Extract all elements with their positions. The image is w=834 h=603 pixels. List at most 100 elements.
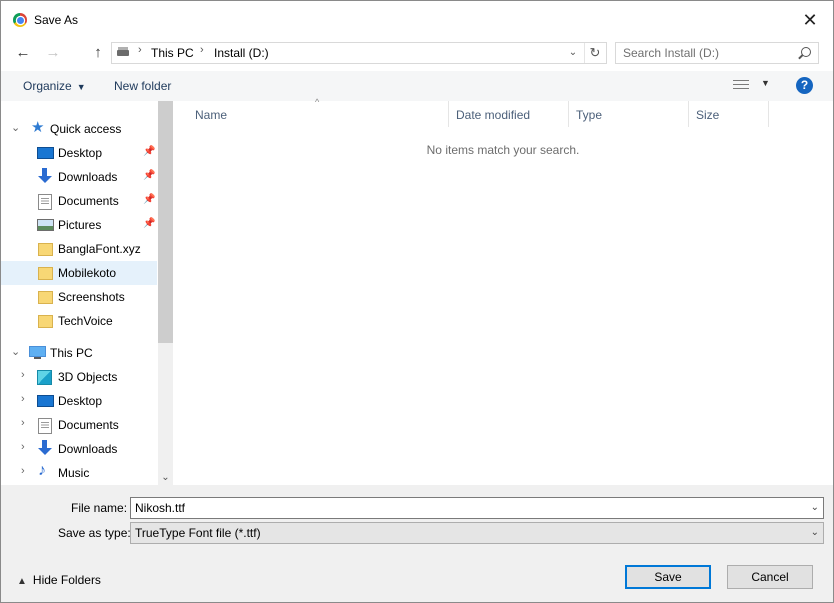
- view-list-icon: [733, 80, 749, 91]
- hide-folders-button[interactable]: ▲ Hide Folders: [17, 573, 101, 587]
- window-title: Save As: [34, 13, 79, 27]
- file-name-field[interactable]: ⌄: [130, 497, 824, 519]
- desktop-icon: [37, 395, 54, 407]
- address-bar[interactable]: › This PC › Install (D:) ⌄ ↻: [111, 42, 607, 64]
- sort-ascending-icon: ^: [315, 97, 320, 107]
- save-as-type-label: Save as type:: [58, 526, 131, 540]
- caret-down-icon: ▼: [761, 78, 770, 88]
- sidebar-item-quick-access[interactable]: ⌄ ★ Quick access: [1, 117, 157, 141]
- pin-icon: 📌: [143, 194, 156, 205]
- search-input[interactable]: [616, 43, 799, 63]
- sidebar-item-this-pc[interactable]: ⌄ This PC: [1, 341, 157, 365]
- folder-icon: [38, 267, 53, 280]
- chevron-expanded-icon[interactable]: ⌄: [11, 345, 20, 358]
- 3d-objects-icon: [37, 370, 52, 385]
- sidebar-item-music[interactable]: › ♪ Music: [1, 461, 157, 485]
- chevron-right-icon[interactable]: ›: [21, 465, 25, 477]
- chevron-right-icon[interactable]: ›: [21, 369, 25, 381]
- chrome-icon: [13, 13, 27, 27]
- column-divider[interactable]: [768, 101, 769, 127]
- sidebar-item-label: 3D Objects: [58, 370, 118, 384]
- chevron-expanded-icon[interactable]: ⌄: [11, 121, 20, 134]
- breadcrumb-this-pc[interactable]: This PC: [151, 46, 194, 60]
- help-button[interactable]: ?: [796, 77, 813, 94]
- sidebar-item-label: This PC: [50, 346, 93, 360]
- scroll-down-icon[interactable]: ⌄: [158, 472, 173, 483]
- sidebar-item-banglafont[interactable]: BanglaFont.xyz: [1, 237, 157, 261]
- chevron-right-icon[interactable]: ›: [21, 417, 25, 429]
- navigation-bar: ← → ↑ › This PC › Install (D:) ⌄ ↻: [1, 39, 833, 67]
- sidebar-item-mobilekoto[interactable]: Mobilekoto: [1, 261, 157, 285]
- chevron-up-icon: ▲: [17, 576, 27, 587]
- save-button[interactable]: Save: [625, 565, 711, 589]
- breadcrumb-separator-icon: ›: [138, 44, 142, 56]
- organize-button[interactable]: Organize ▼: [23, 79, 86, 93]
- sidebar-item-techvoice[interactable]: TechVoice: [1, 309, 157, 333]
- caret-down-icon: ▼: [76, 82, 86, 92]
- computer-icon: [29, 346, 46, 359]
- sidebar-item-label: Music: [58, 466, 90, 480]
- chevron-right-icon[interactable]: ›: [21, 441, 25, 453]
- sidebar-item-3d-objects[interactable]: › 3D Objects: [1, 365, 157, 389]
- file-name-label: File name:: [71, 501, 128, 515]
- document-icon: [38, 418, 52, 434]
- column-header-date-modified[interactable]: Date modified: [449, 101, 569, 127]
- sidebar-item-documents[interactable]: Documents 📌: [1, 189, 157, 213]
- search-box[interactable]: [615, 42, 819, 64]
- download-icon: [37, 440, 52, 455]
- music-icon: ♪: [38, 462, 46, 479]
- command-bar: Organize ▼ New folder ▼ ?: [1, 71, 833, 101]
- pictures-icon: [37, 219, 54, 231]
- cancel-button[interactable]: Cancel: [727, 565, 813, 589]
- hide-folders-label: Hide Folders: [32, 573, 101, 587]
- breadcrumb-install-d[interactable]: Install (D:): [214, 46, 269, 60]
- sidebar-item-screenshots[interactable]: Screenshots: [1, 285, 157, 309]
- sidebar-item-label: Documents: [58, 194, 119, 208]
- column-header-size[interactable]: Size: [689, 101, 769, 127]
- navigation-pane: ⌄ ★ Quick access Desktop 📌 Downloads 📌 D…: [1, 101, 158, 485]
- search-icon[interactable]: [801, 47, 811, 57]
- sidebar-item-label: Desktop: [58, 394, 103, 408]
- sidebar-item-label: Pictures: [58, 218, 102, 232]
- back-button[interactable]: ←: [13, 39, 33, 67]
- pin-icon: 📌: [143, 170, 156, 181]
- sidebar-item-label: Mobilekoto: [58, 266, 117, 280]
- save-form: File name: ⌄ Save as type: TrueType Font…: [1, 485, 833, 602]
- sidebar-item-desktop[interactable]: Desktop 📌: [1, 141, 157, 165]
- title-bar: Save As ✕: [1, 1, 833, 39]
- chevron-down-icon[interactable]: ⌄: [811, 527, 819, 538]
- document-icon: [38, 194, 52, 210]
- sidebar-item-label: Quick access: [50, 122, 122, 136]
- scrollbar-thumb[interactable]: [158, 101, 173, 343]
- change-view-button[interactable]: ▼: [733, 78, 773, 94]
- save-as-type-select[interactable]: TrueType Font file (*.ttf) ⌄: [130, 522, 824, 544]
- column-header-label: Type: [576, 108, 603, 122]
- pin-icon: 📌: [143, 146, 156, 157]
- chevron-down-icon[interactable]: ⌄: [811, 502, 819, 513]
- sidebar-item-label: Screenshots: [58, 290, 125, 304]
- file-name-input[interactable]: [131, 498, 805, 518]
- chevron-right-icon[interactable]: ›: [21, 393, 25, 405]
- forward-button[interactable]: →: [43, 39, 63, 67]
- sidebar-item-pc-desktop[interactable]: › Desktop: [1, 389, 157, 413]
- new-folder-button[interactable]: New folder: [114, 79, 171, 93]
- folder-icon: [38, 243, 53, 256]
- close-button[interactable]: ✕: [787, 1, 833, 39]
- sidebar-item-pc-downloads[interactable]: › Downloads: [1, 437, 157, 461]
- chevron-down-icon[interactable]: ⌄: [564, 43, 582, 63]
- sidebar-item-pictures[interactable]: Pictures 📌: [1, 213, 157, 237]
- column-header-name[interactable]: ^ Name: [173, 97, 449, 127]
- sidebar-item-label: Downloads: [58, 442, 118, 456]
- empty-message: No items match your search.: [426, 143, 580, 157]
- sidebar-item-pc-documents[interactable]: › Documents: [1, 413, 157, 437]
- sidebar-item-label: TechVoice: [58, 314, 113, 328]
- column-header-label: Name: [195, 108, 228, 122]
- up-button[interactable]: ↑: [88, 39, 108, 67]
- column-header-type[interactable]: Type: [569, 101, 689, 127]
- folder-icon: [38, 291, 53, 304]
- navigation-scrollbar[interactable]: ⌄: [158, 101, 173, 485]
- desktop-icon: [37, 147, 54, 159]
- column-header-label: Date modified: [456, 108, 531, 122]
- refresh-icon[interactable]: ↻: [584, 43, 605, 63]
- sidebar-item-downloads[interactable]: Downloads 📌: [1, 165, 157, 189]
